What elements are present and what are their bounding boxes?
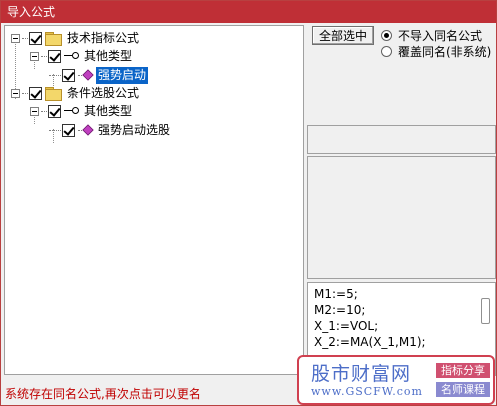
tree-item-strong-start-screener[interactable]: 强势启动选股 [49, 121, 172, 139]
code-line: X_1:=VOL; [314, 319, 379, 333]
radio-button[interactable] [381, 45, 392, 57]
folder-icon [45, 32, 62, 46]
status-message: 系统存在同名公式,再次点击可以更名 [5, 387, 201, 401]
tree-connector [41, 110, 47, 112]
code-line: M1:=5; [314, 287, 358, 301]
formula-icon [82, 69, 94, 81]
site-watermark: 股市财富网 www.GSCFW.com 指标分享 名师课程 [297, 355, 495, 405]
tree-connector [41, 55, 47, 57]
tree-checkbox[interactable] [29, 86, 42, 100]
description-panel [307, 156, 496, 279]
collapse-icon[interactable] [11, 88, 20, 98]
tree-connector [49, 129, 61, 131]
watermark-tag-courses: 名师课程 [436, 382, 490, 397]
formula-tree[interactable]: 技术指标公式 其他类型 强势启动 条件选股公式 其他类型 强势启动选股 [4, 25, 304, 375]
code-lines: M1:=5; M2:=10; X_1:=VOL; X_2:=MA(X_1,M1)… [308, 283, 495, 350]
radio-label: 覆盖同名(非系统) [398, 44, 492, 59]
info-bar [307, 125, 496, 154]
radio-label: 不导入同名公式 [398, 28, 483, 43]
tree-checkbox[interactable] [62, 68, 75, 82]
watermark-url: www.GSCFW.com [311, 385, 423, 398]
tree-checkbox[interactable] [62, 123, 75, 137]
tree-item-label: 强势启动选股 [98, 122, 171, 137]
select-all-button[interactable]: 全部选中 [312, 26, 374, 45]
tree-item-other-types[interactable]: 其他类型 [30, 47, 134, 65]
folder-icon [45, 87, 62, 101]
tree-checkbox[interactable] [29, 31, 42, 45]
tree-item-label: 技术指标公式 [67, 30, 140, 45]
tree-item-screener-formulas[interactable]: 条件选股公式 [11, 84, 141, 102]
watermark-title: 股市财富网 [311, 363, 412, 385]
scrollbar-thumb[interactable] [481, 298, 490, 324]
tree-item-label: 其他类型 [84, 48, 133, 63]
watermark-tag-share: 指标分享 [436, 363, 490, 378]
tree-checkbox[interactable] [48, 104, 61, 118]
collapse-icon[interactable] [30, 51, 39, 61]
tree-connector [22, 37, 28, 39]
tree-item-label: 强势启动 [96, 66, 149, 84]
tree-connector [49, 74, 61, 76]
formula-icon [82, 124, 94, 136]
code-line: X_2:=MA(X_1,M1); [314, 335, 426, 349]
tree-item-label: 其他类型 [84, 103, 133, 118]
key-icon [64, 106, 79, 116]
key-icon [64, 51, 79, 61]
tree-item-other-types-2[interactable]: 其他类型 [30, 102, 134, 120]
radio-overwrite-duplicates[interactable]: 覆盖同名(非系统) [381, 43, 491, 59]
collapse-icon[interactable] [30, 106, 39, 116]
radio-button[interactable] [381, 29, 392, 41]
collapse-icon[interactable] [11, 33, 20, 43]
tree-item-label: 条件选股公式 [67, 85, 140, 100]
tree-connector [22, 92, 28, 94]
tree-item-strong-start[interactable]: 强势启动 [49, 66, 149, 84]
radio-skip-duplicates[interactable]: 不导入同名公式 [381, 27, 482, 43]
tree-checkbox[interactable] [48, 49, 61, 63]
tree-item-indicator-formulas[interactable]: 技术指标公式 [11, 29, 141, 47]
window-title: 导入公式 [1, 1, 496, 23]
code-line: M2:=10; [314, 303, 366, 317]
import-formula-dialog: 导入公式 技术指标公式 其他类型 强势启动 条件选股公式 其他类型 强势启动选股… [0, 0, 497, 406]
